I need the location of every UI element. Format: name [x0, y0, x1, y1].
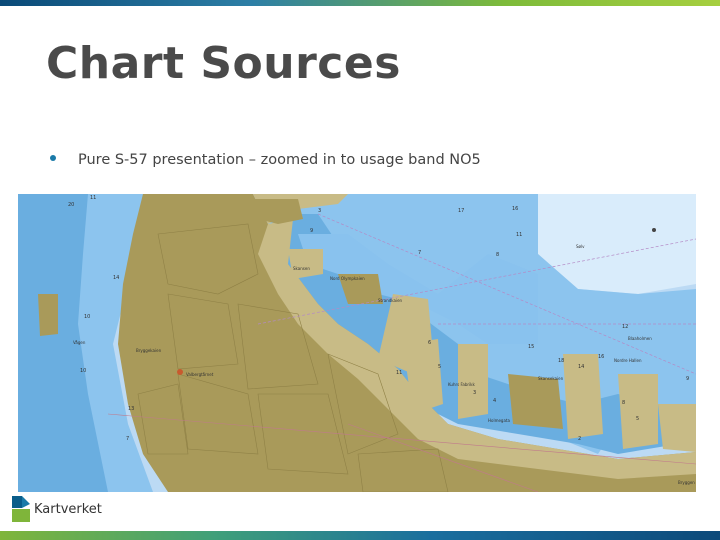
- pier: [508, 374, 563, 429]
- depth-sounding: 13: [128, 406, 134, 412]
- depth-sounding: 15: [528, 344, 534, 350]
- depth-sounding: 11: [90, 195, 96, 201]
- depth-sounding: 9: [686, 376, 689, 382]
- pier: [658, 404, 696, 452]
- map-place-label: Bryggekaien: [136, 348, 162, 353]
- bullet-dot-icon: [50, 155, 56, 161]
- depth-sounding: 3: [473, 390, 476, 396]
- bottom-accent-bar: [0, 531, 720, 540]
- depth-sounding: 6: [428, 340, 431, 346]
- map-place-label: Nordre Hallen: [614, 358, 642, 363]
- map-place-label: Vågen: [73, 340, 86, 345]
- depth-sounding: 8: [496, 252, 499, 258]
- kartverket-logo-icon: [12, 496, 30, 522]
- depth-sounding: 11: [516, 232, 522, 238]
- depth-sounding: 4: [493, 398, 496, 404]
- depth-sounding: 18: [558, 358, 564, 364]
- kartverket-logo: Kartverket: [12, 496, 102, 522]
- depth-sounding: 2: [578, 436, 581, 442]
- map-place-label: Nord Olympkaien: [330, 276, 365, 281]
- nautical-chart-map[interactable]: Vågen Bryggekaien Valbergtårnet Nord Oly…: [18, 194, 696, 492]
- map-place-label: Holmegata: [488, 418, 510, 423]
- map-place-label: Bryggen: [678, 480, 695, 485]
- top-accent-bar: [0, 0, 720, 6]
- depth-sounding: 12: [622, 324, 628, 330]
- depth-sounding: 16: [598, 354, 604, 360]
- depth-sounding: 9: [310, 228, 313, 234]
- depth-sounding: 3: [318, 208, 321, 214]
- depth-sounding: 5: [636, 416, 639, 422]
- depth-sounding: 5: [438, 364, 441, 370]
- depth-sounding: 14: [113, 275, 119, 281]
- map-place-label: Skansekaien: [538, 376, 564, 381]
- slide-title: Chart Sources: [46, 38, 401, 89]
- pier: [288, 249, 323, 279]
- map-place-label: Sølv: [576, 244, 585, 249]
- depth-sounding: 14: [578, 364, 584, 370]
- pier: [618, 374, 658, 449]
- depth-sounding: 7: [126, 436, 129, 442]
- buoy-marker-icon: [652, 228, 656, 232]
- depth-sounding: 10: [80, 368, 86, 374]
- map-place-label: Kuhrs Fabrikk: [448, 382, 475, 387]
- depth-sounding: 20: [68, 202, 74, 208]
- depth-sounding: 17: [458, 208, 464, 214]
- logo-text: Kartverket: [34, 501, 102, 517]
- depth-sounding: 10: [84, 314, 90, 320]
- map-place-label: Valbergtårnet: [186, 372, 214, 377]
- map-place-label: Skansen: [293, 266, 310, 271]
- depth-sounding: 11: [396, 370, 402, 376]
- map-place-label: Blaaholmen: [628, 336, 652, 341]
- depth-sounding: 7: [418, 250, 421, 256]
- bullet-item: Pure S-57 presentation – zoomed in to us…: [50, 152, 481, 168]
- map-place-label: Strandkaien: [378, 298, 403, 303]
- pier: [38, 294, 58, 336]
- depth-sounding: 16: [512, 206, 518, 212]
- depth-sounding: 8: [622, 400, 625, 406]
- bullet-text: Pure S-57 presentation – zoomed in to us…: [78, 152, 481, 168]
- landmark-marker-icon: [177, 369, 183, 375]
